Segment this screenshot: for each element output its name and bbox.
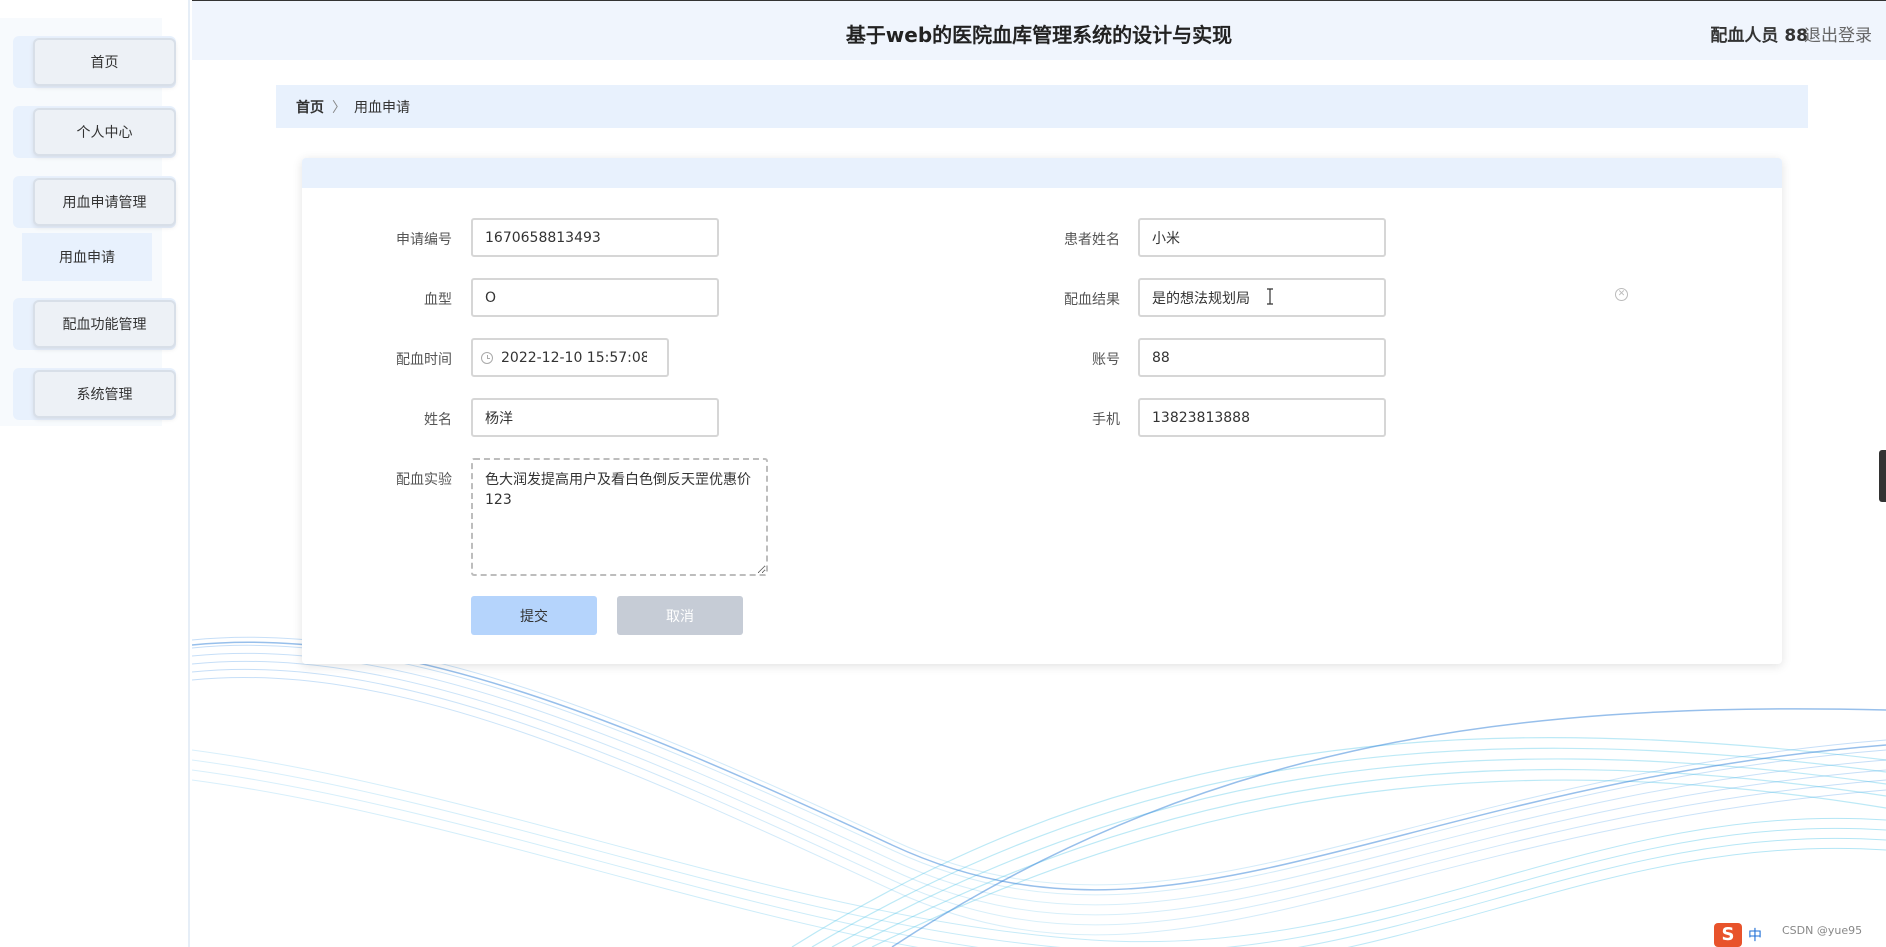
match-result-label: 配血结果 [1064,292,1120,308]
application-no-label: 申请编号 [396,232,452,248]
account-input[interactable] [1138,338,1386,377]
page-title: 基于web的医院血库管理系统的设计与实现 [845,23,1233,47]
sogou-logo-icon[interactable]: S [1714,922,1742,947]
match-time-picker[interactable] [471,338,669,377]
match-time-input[interactable] [499,348,649,367]
ime-toolbar: S 中 [1714,922,1762,947]
sidebar: 首页 个人中心 用血申请管理 用血申请 配血功能管理 系统管理 [0,0,190,947]
application-no-input[interactable] [471,218,719,257]
sidebar-group-matching: 配血功能管理 [13,298,176,350]
account-label: 账号 [1092,352,1120,368]
text-cursor-icon [1267,288,1273,305]
match-time-label: 配血时间 [396,352,452,368]
cancel-button[interactable]: 取消 [617,596,743,635]
blood-type-label: 血型 [424,292,452,308]
sidebar-group-system: 系统管理 [13,368,176,420]
sidebar-group-home: 首页 [13,36,176,88]
sidebar-item-system-management[interactable]: 系统管理 [33,370,176,418]
sidebar-item-blood-request-management[interactable]: 用血申请管理 [33,178,176,226]
sidebar-item-home[interactable]: 首页 [33,38,176,86]
phone-input[interactable] [1138,398,1386,437]
experiment-label: 配血实验 [396,472,452,488]
phone-label: 手机 [1092,412,1120,428]
patient-name-input[interactable] [1138,218,1386,257]
logout-link[interactable]: 退出登录 [1804,21,1872,46]
experiment-textarea[interactable]: 色大润发提高用户及看白色倒反天罡优惠价 123 [471,458,768,576]
breadcrumb-home[interactable]: 首页 [296,97,324,117]
name-label: 姓名 [424,412,452,428]
clock-icon [481,351,493,364]
clear-icon[interactable]: ✕ [1615,288,1628,301]
submit-button[interactable]: 提交 [471,596,597,635]
current-user: 配血人员 88 [1710,26,1808,46]
sidebar-item-matching-management[interactable]: 配血功能管理 [33,300,176,348]
match-result-input[interactable] [1138,278,1386,317]
watermark: CSDN @yue95 [1782,924,1863,937]
card-header [302,158,1782,188]
sidebar-group-personal: 个人中心 [13,106,176,158]
breadcrumb-separator: 〉 [332,99,346,116]
ime-lang-indicator[interactable]: 中 [1748,925,1762,945]
name-input[interactable] [471,398,719,437]
breadcrumb: 首页 〉 用血申请 [276,85,1808,128]
sidebar-subitem-blood-request[interactable]: 用血申请 [22,233,152,281]
sidebar-group-blood-request: 用血申请管理 [13,176,176,228]
sidebar-item-personal-center[interactable]: 个人中心 [33,108,176,156]
header: 基于web的医院血库管理系统的设计与实现 配血人员 88 退出登录 [192,0,1886,60]
blood-type-input[interactable] [471,278,719,317]
scrollbar-handle[interactable] [1879,450,1886,502]
patient-name-label: 患者姓名 [1064,232,1120,248]
breadcrumb-current: 用血申请 [354,99,410,116]
